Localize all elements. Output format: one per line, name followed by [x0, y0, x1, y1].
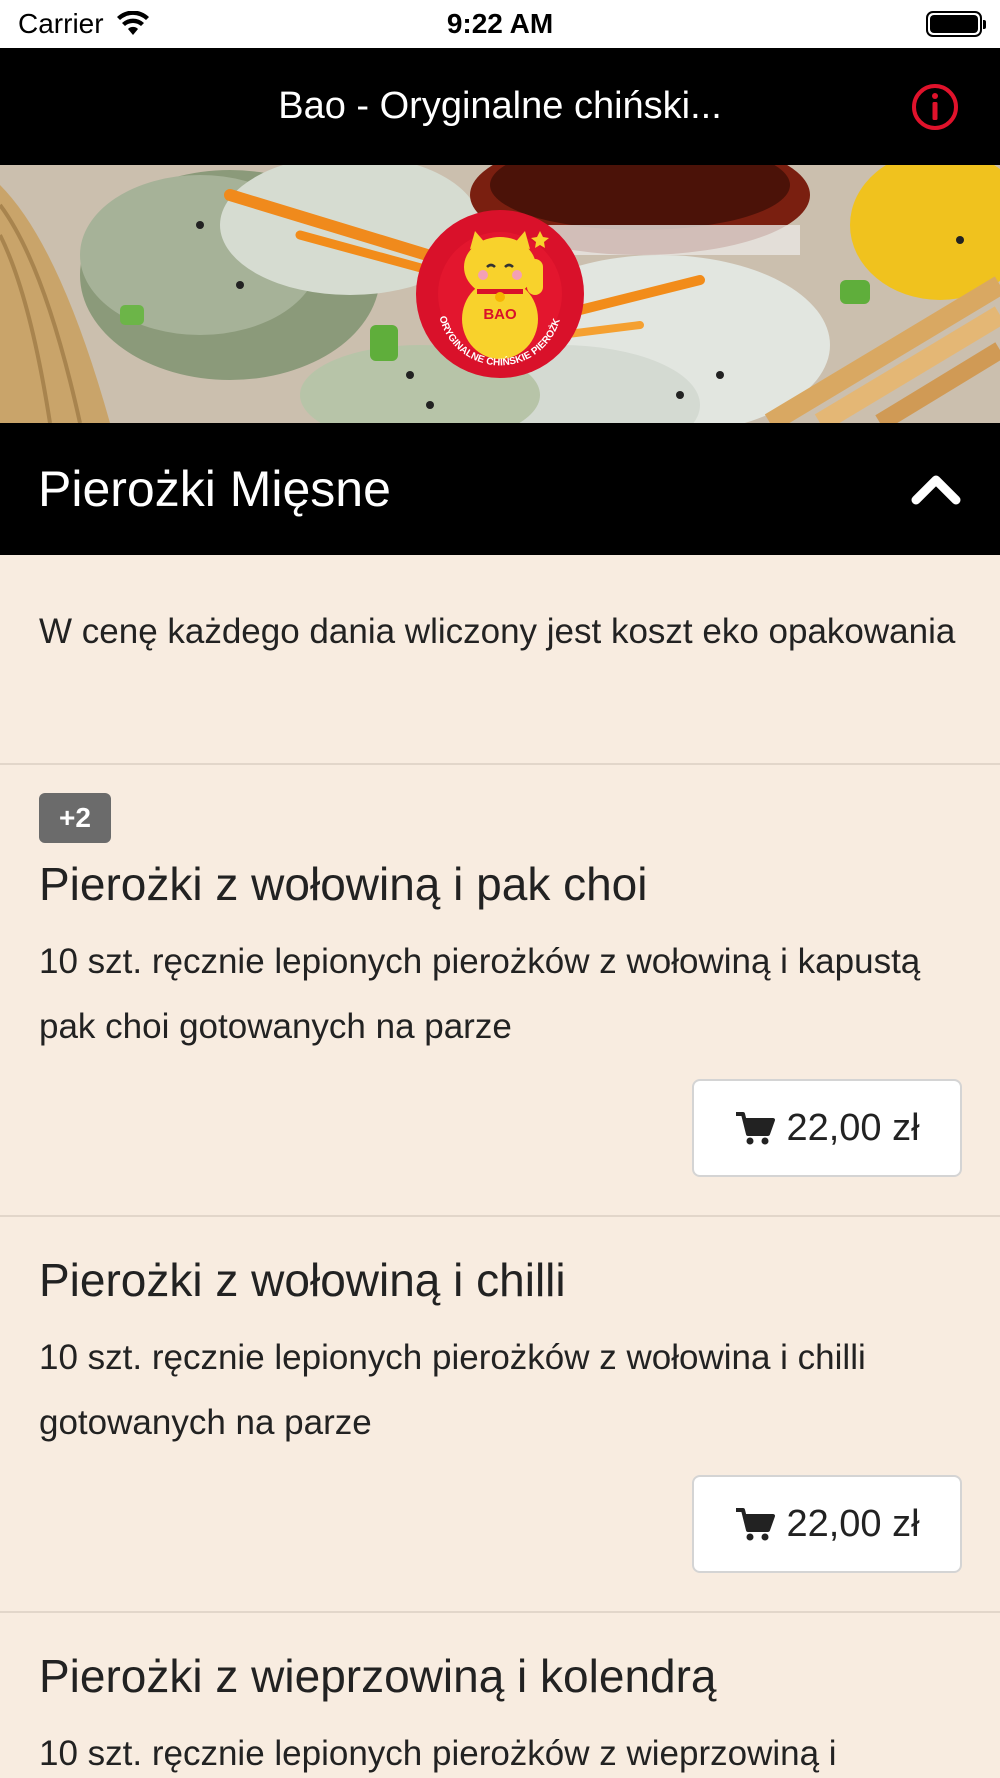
battery-icon [926, 11, 986, 37]
item-title: Pierożki z wołowiną i pak choi [39, 858, 648, 910]
category-header[interactable]: Pierożki Mięsne [0, 423, 1000, 555]
hero-image: BAO ORYGINALNE CHIŃSKIE PIEROŻKI [0, 165, 1000, 423]
menu-item[interactable]: Pierożki z wołowiną i chilli 10 szt. ręc… [0, 1217, 1000, 1613]
wifi-icon [116, 11, 149, 35]
item-description: 10 szt. ręcznie lepionych pierożków z wo… [39, 942, 921, 1046]
category-title: Pierożki Mięsne [38, 461, 391, 517]
add-to-cart-button[interactable]: 22,00 zł [692, 1079, 962, 1177]
item-title: Pierożki z wieprzowiną i kolendrą [39, 1650, 717, 1702]
packaging-note: W cenę każdego dania wliczony jest koszt… [0, 555, 1000, 765]
price-label: 22,00 zł [786, 1502, 920, 1545]
nav-title: Bao - Oryginalne chiński... [278, 85, 722, 127]
menu-item[interactable]: Pierożki z wieprzowiną i kolendrą 10 szt… [0, 1613, 1000, 1778]
status-time: 9:22 AM [446, 8, 554, 39]
menu-item[interactable]: +2 Pierożki z wołowiną i pak choi 10 szt… [0, 765, 1000, 1217]
restaurant-logo: BAO ORYGINALNE CHIŃSKIE PIEROŻKI [415, 209, 584, 378]
item-description: 10 szt. ręcznie lepionych pierożków z wo… [39, 1338, 866, 1442]
variant-count-badge: +2 [39, 793, 111, 843]
status-bar: Carrier 9:22 AM [0, 0, 1000, 48]
chevron-up-icon[interactable] [910, 468, 962, 508]
info-icon[interactable] [910, 82, 960, 132]
carrier-label: Carrier [18, 8, 104, 39]
cart-icon [736, 1112, 776, 1145]
logo-text: BAO [483, 306, 517, 323]
item-description: 10 szt. ręcznie lepionych pierożków z wi… [39, 1734, 837, 1773]
item-title: Pierożki z wołowiną i chilli [39, 1254, 566, 1306]
nav-bar: Bao - Oryginalne chiński... [0, 48, 1000, 165]
price-label: 22,00 zł [786, 1106, 920, 1149]
cart-icon [736, 1508, 776, 1541]
status-left: Carrier [18, 8, 150, 40]
add-to-cart-button[interactable]: 22,00 zł [692, 1475, 962, 1573]
